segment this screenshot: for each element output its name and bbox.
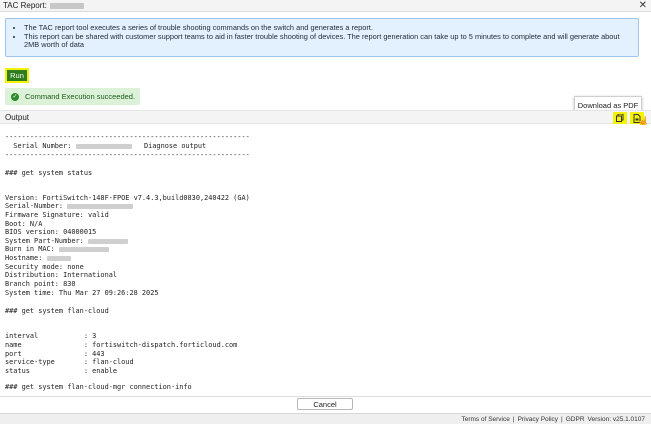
output-line: System Part-Number: [5,237,128,245]
info-item: This report can be shared with customer … [24,32,632,50]
part-number-field: System Part-Number: [5,237,88,245]
output-line: Hostname: [5,254,71,262]
dialog-titlebar: TAC Report: ✕ [0,0,651,12]
serial-number-label: Serial Number: [5,142,76,150]
output-line: Burn in MAC: [5,245,109,253]
close-icon[interactable]: ✕ [639,0,647,12]
output-line: interval : 3 [5,332,97,340]
output-line: BIOS version: 04000015 [5,228,97,236]
check-circle-icon: ✓ [11,92,19,101]
output-line: Serial-Number: [5,202,134,210]
cancel-button[interactable]: Cancel [297,398,353,410]
redacted-serial [67,203,134,209]
output-line: Serial Number: Diagnose output [5,142,206,150]
output-line: service-type : flan-cloud [5,358,134,366]
output-line: ### get system flan-cloud-mgr connection… [5,383,192,391]
output-line: Boot: N/A [5,220,43,228]
success-text: Command Execution succeeded. [25,92,136,101]
output-line: Version: FortiSwitch-148F-FPOE v7.4.3,bu… [5,194,250,202]
redacted-hostname [46,255,71,261]
diagnose-output-label: Diagnose output [131,142,207,150]
redacted-serial [75,143,132,149]
output-title: Output [5,113,30,122]
copy-icon [616,114,624,122]
run-button[interactable]: Run [5,68,29,83]
output-line: ----------------------------------------… [5,151,250,159]
output-line: Branch point: 830 [5,280,76,288]
separator: | [512,415,515,423]
output-line: status : enable [5,367,118,375]
output-line: System time: Thu Mar 27 09:26:28 2025 [5,289,159,297]
output-line: Firmware Signature: valid [5,211,109,219]
serial-number-field: Serial-Number: [5,202,68,210]
info-list: The TAC report tool executes a series of… [16,23,632,50]
mac-field: Burn in MAC: [5,245,59,253]
output-line: port : 443 [5,350,105,358]
redacted-part-number [87,238,128,244]
hostname-field: Hostname: [5,254,47,262]
terms-of-service-link[interactable]: Terms of Service [461,416,509,423]
output-line: ### get system status [5,169,93,177]
info-banner: The TAC report tool executes a series of… [5,18,639,57]
output-line: name : fortiswitch-dispatch.forticloud.c… [5,341,238,349]
output-pane[interactable]: ----------------------------------------… [0,125,651,394]
output-line: Security mode: none [5,263,84,271]
redacted-device-name [49,2,84,9]
status-bar: Terms of Service | Privacy Policy | GDPR… [0,413,651,424]
success-message: ✓ Command Execution succeeded. [5,88,140,105]
gdpr-link[interactable]: GDPR [566,416,585,423]
separator: | [561,415,563,423]
privacy-policy-link[interactable]: Privacy Policy [518,416,558,423]
output-line: ### get system flan-cloud [5,307,109,315]
dialog-title: TAC Report: [3,1,47,10]
copy-output-button[interactable] [613,112,627,124]
redacted-mac [58,246,109,252]
output-header: Output [0,110,651,124]
output-line: ----------------------------------------… [5,133,250,141]
output-line: Distribution: International [5,271,118,279]
version-label: Version: v25.1.0107 [587,415,645,423]
